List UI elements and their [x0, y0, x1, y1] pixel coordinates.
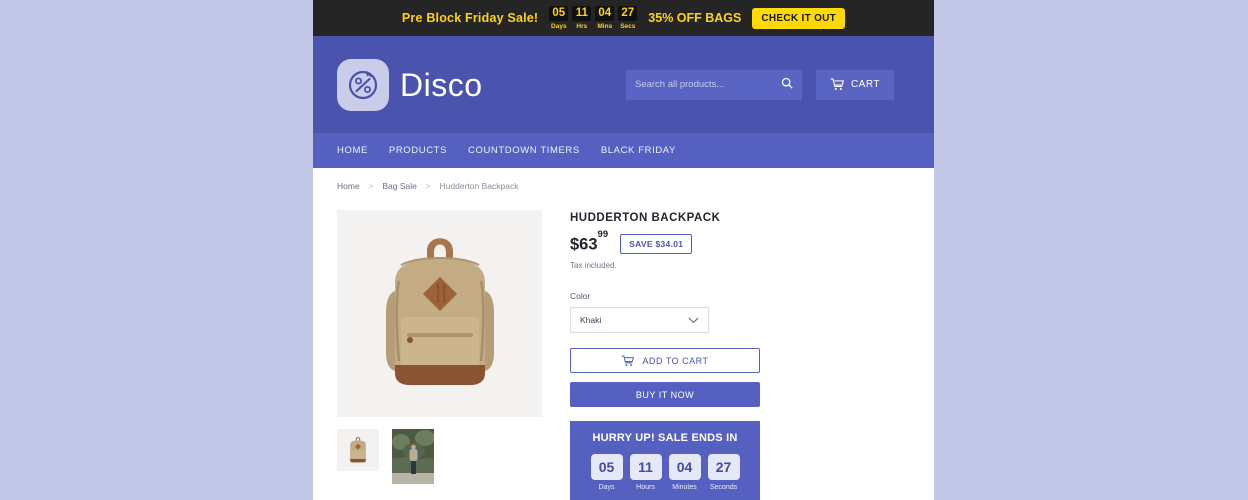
promo-countdown-unit: 05 Days [549, 5, 569, 31]
breadcrumb-item-bag-sale[interactable]: Bag Sale [382, 181, 417, 191]
buy-it-now-button[interactable]: BUY IT NOW [570, 382, 760, 407]
search-box[interactable] [625, 69, 802, 100]
countdown-seconds-value: 27 [707, 454, 740, 480]
countdown-unit-hours: 11 Hours [629, 454, 662, 491]
product-thumbnail-2[interactable] [392, 429, 434, 484]
search-input[interactable] [634, 79, 775, 90]
promo-countdown-unit: 04 Mins [595, 5, 615, 31]
nav-item-black-friday[interactable]: BLACK FRIDAY [601, 145, 676, 156]
promo-hours-label: Hrs [576, 22, 588, 30]
promo-countdown-unit: 27 Secs [618, 5, 638, 31]
product-title: HUDDERTON BACKPACK [570, 212, 721, 224]
save-badge: SAVE $34.01 [620, 234, 693, 254]
product-gallery [337, 210, 542, 500]
breadcrumb-item-current: Hudderton Backpack [439, 181, 519, 191]
percent-circle-arrow-icon [337, 58, 389, 111]
main-navigation: HOME PRODUCTS COUNTDOWN TIMERS BLACK FRI… [313, 133, 934, 168]
color-select-value: Khaki [580, 315, 602, 325]
product-thumbnails [337, 429, 542, 484]
cart-button[interactable]: CART [815, 69, 894, 100]
product-price: $6399 [570, 230, 608, 253]
price-cents: 99 [597, 229, 609, 241]
countdown-minutes-label: Minutes [672, 484, 697, 491]
countdown-unit-days: 05 Days [590, 454, 623, 491]
cart-icon [830, 78, 845, 91]
countdown-days-value: 05 [590, 454, 623, 480]
breadcrumb-separator: > [368, 181, 374, 191]
cart-icon [621, 355, 635, 367]
promo-countdown-unit: 11 Hrs [572, 5, 592, 31]
nav-item-countdown-timers[interactable]: COUNTDOWN TIMERS [468, 145, 580, 156]
brand-name: Disco [400, 66, 483, 103]
promo-minutes-value: 04 [595, 5, 615, 21]
nav-item-home[interactable]: HOME [337, 145, 368, 156]
color-option-label: Color [570, 291, 591, 301]
header-actions: CART [625, 69, 894, 100]
brand-logo-link[interactable]: Disco [337, 58, 483, 111]
nav-item-products[interactable]: PRODUCTS [389, 145, 447, 156]
price-row: $6399 SAVE $34.01 [570, 230, 910, 254]
site-header: Disco Search all products... CART [313, 36, 934, 133]
product-thumbnail-1[interactable] [337, 429, 379, 471]
promo-banner: Pre Block Friday Sale! 05 Days 11 Hrs 04… [313, 0, 934, 36]
countdown-units: 05 Days 11 Hours 04 Minutes 27 Seconds [570, 454, 760, 491]
promo-offer-text: 35% OFF BAGS [648, 11, 742, 25]
check-it-out-button[interactable]: CHECK IT OUT [752, 7, 846, 29]
color-select[interactable]: Khaki [570, 307, 709, 333]
add-to-cart-label: ADD TO CART [642, 355, 709, 366]
promo-countdown: 05 Days 11 Hrs 04 Mins 27 Secs [549, 5, 638, 31]
price-dollars: $63 [570, 235, 598, 253]
search-icon[interactable] [781, 76, 793, 94]
promo-minutes-label: Mins [597, 22, 613, 30]
countdown-hours-value: 11 [629, 454, 662, 480]
add-to-cart-button[interactable]: ADD TO CART [570, 348, 760, 373]
countdown-title: HURRY UP! SALE ENDS IN [592, 432, 738, 444]
promo-headline: Pre Block Friday Sale! [401, 11, 539, 25]
chevron-down-icon [688, 317, 699, 324]
countdown-minutes-value: 04 [668, 454, 701, 480]
product-section: HUDDERTON BACKPACK $6399 SAVE $34.01 Tax… [313, 191, 934, 500]
breadcrumb-separator: > [425, 181, 431, 191]
cart-button-label: CART [850, 79, 880, 90]
tax-note: Tax included. [570, 261, 617, 270]
promo-seconds-label: Secs [620, 22, 636, 30]
countdown-seconds-label: Seconds [709, 484, 738, 491]
sale-countdown-widget: HURRY UP! SALE ENDS IN 05 Days 11 Hours … [570, 421, 760, 500]
store-page: Pre Block Friday Sale! 05 Days 11 Hrs 04… [313, 0, 934, 500]
promo-days-value: 05 [549, 5, 569, 21]
product-details: HUDDERTON BACKPACK $6399 SAVE $34.01 Tax… [570, 210, 910, 500]
product-main-image[interactable] [337, 210, 542, 417]
breadcrumb-item-home[interactable]: Home [337, 181, 360, 191]
countdown-hours-label: Hours [636, 484, 655, 491]
promo-days-label: Days [551, 22, 567, 30]
breadcrumb: Home > Bag Sale > Hudderton Backpack [313, 168, 934, 191]
countdown-unit-minutes: 04 Minutes [668, 454, 701, 491]
countdown-days-label: Days [598, 484, 615, 491]
promo-hours-value: 11 [572, 5, 592, 21]
countdown-unit-seconds: 27 Seconds [707, 454, 740, 491]
promo-seconds-value: 27 [618, 5, 638, 21]
